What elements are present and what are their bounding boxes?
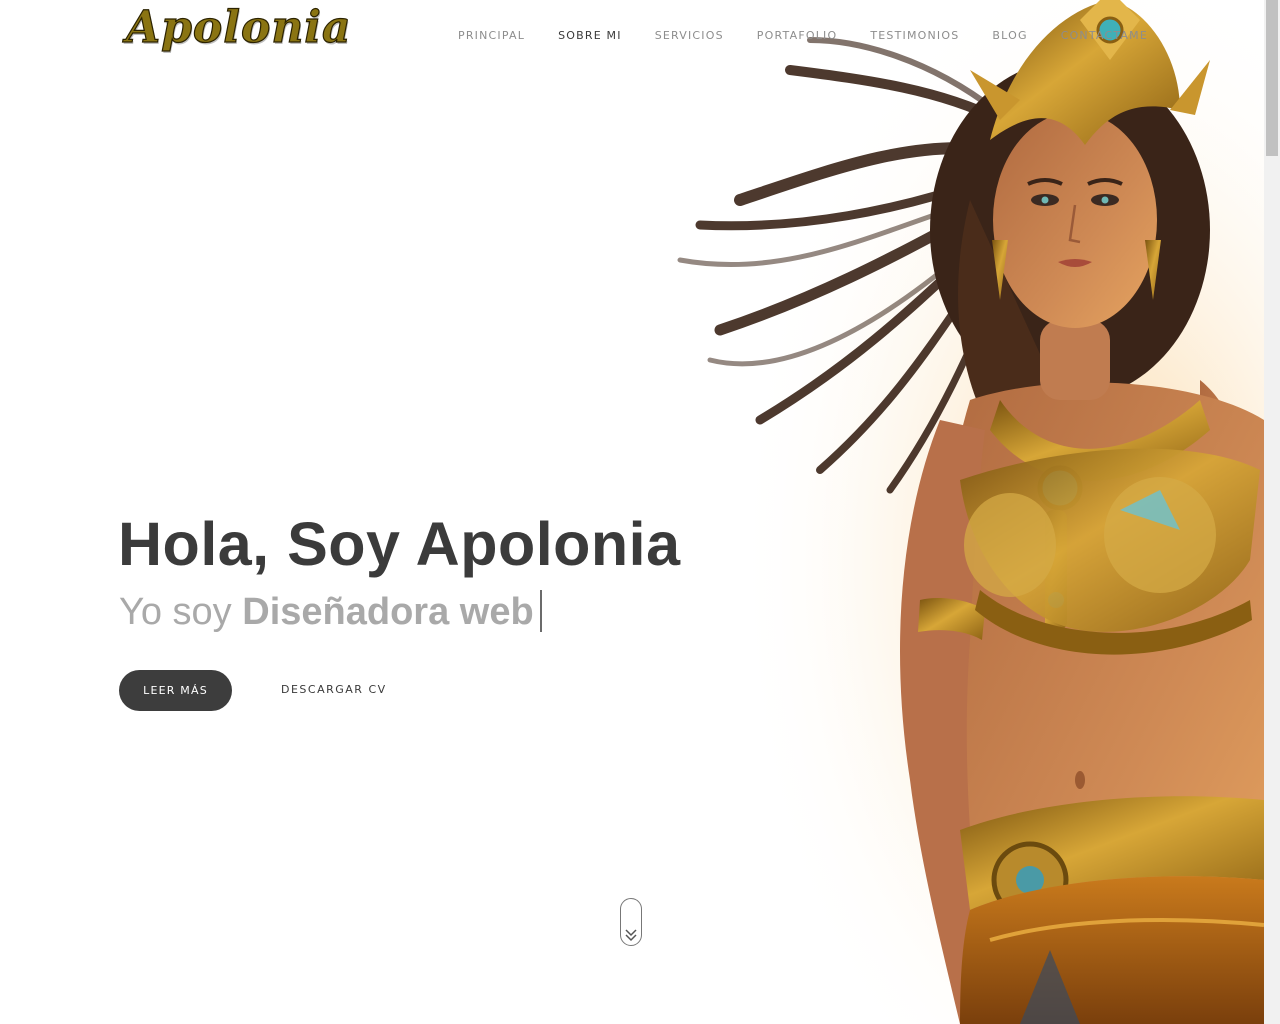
site-header: Apolonia PRINCIPAL SOBRE MI SERVICIOS PO… <box>0 0 1264 72</box>
nav-item-servicios[interactable]: SERVICIOS <box>655 28 724 44</box>
nav-item-principal[interactable]: PRINCIPAL <box>458 28 525 44</box>
scroll-down-button[interactable] <box>620 898 642 946</box>
read-more-button[interactable]: LEER MÁS <box>119 670 232 711</box>
scrollbar-thumb[interactable] <box>1266 0 1278 156</box>
hero-subtitle: Yo soy Diseñadora web <box>119 588 542 636</box>
nav-item-testimonios[interactable]: TESTIMONIOS <box>870 28 959 44</box>
hero-illustration <box>640 0 1264 1024</box>
hero-title: Hola, Soy Apolonia <box>118 510 681 578</box>
hero-subtitle-role: Diseñadora web <box>242 591 534 633</box>
nav-item-portafolio[interactable]: PORTAFOLIO <box>757 28 838 44</box>
page-scrollbar[interactable] <box>1264 0 1280 1024</box>
logo[interactable]: Apolonia <box>124 1 352 64</box>
nav-item-blog[interactable]: BLOG <box>992 28 1027 44</box>
double-chevron-down-icon <box>625 927 637 946</box>
nav-item-sobre-mi[interactable]: SOBRE MI <box>558 28 622 44</box>
typing-cursor <box>539 590 542 632</box>
main-nav: PRINCIPAL SOBRE MI SERVICIOS PORTAFOLIO … <box>458 28 1181 44</box>
download-cv-button[interactable]: DESCARGAR CV <box>281 681 387 699</box>
hero-subtitle-prefix: Yo soy <box>119 591 232 633</box>
nav-item-contactame[interactable]: CONTACTAME <box>1061 28 1148 44</box>
logo-text: Apolonia <box>125 1 352 53</box>
